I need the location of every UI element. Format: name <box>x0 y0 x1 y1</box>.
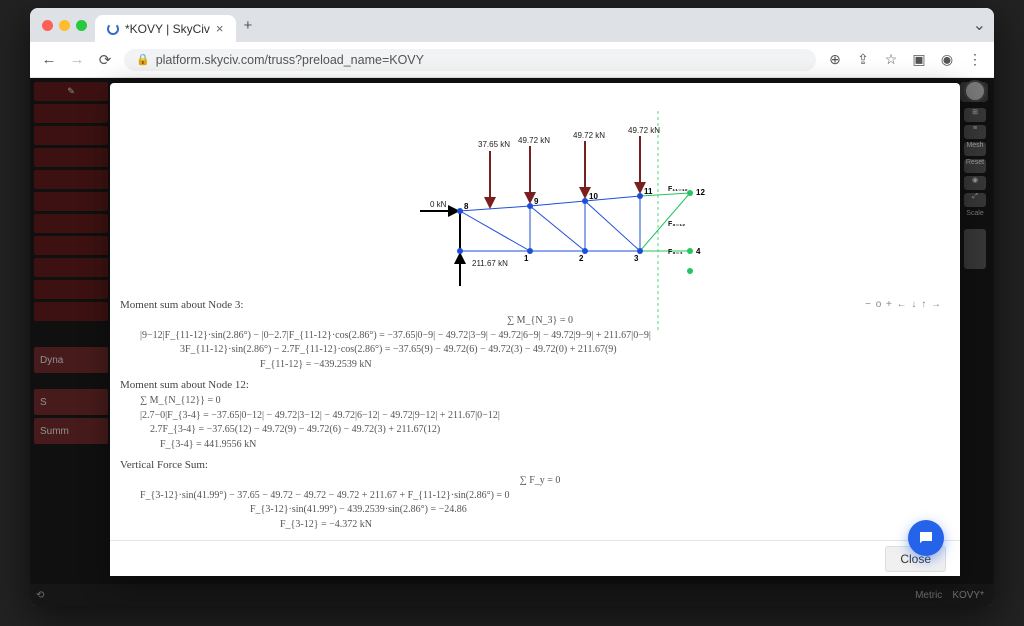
eq-line: ∑ M_{N_{12}} = 0 <box>120 394 940 409</box>
tab-favicon-icon <box>107 23 119 35</box>
star-icon[interactable]: ☆ <box>882 51 900 68</box>
tab-bar: *KOVY | SkyCiv × + ⌄ <box>30 8 994 42</box>
equations-block: Moment sum about Node 3: ∑ M_{N_3} = 0 |… <box>120 292 940 532</box>
eq-line: F_{3-12}·sin(41.99°) − 439.2539·sin(2.86… <box>120 503 940 518</box>
new-tab-button[interactable]: + <box>244 17 253 34</box>
back-button[interactable]: ← <box>40 51 58 68</box>
chat-bubble-icon[interactable] <box>908 520 944 556</box>
svg-text:211.67 kN: 211.67 kN <box>472 259 508 268</box>
eq-line: F_{3-12}·sin(41.99°) − 37.65 − 49.72 − 4… <box>120 489 940 504</box>
results-modal: 37.65 kN 49.72 kN 49.72 kN 49.72 kN 0 kN… <box>110 83 960 576</box>
svg-text:1: 1 <box>524 254 529 263</box>
modal-body: 37.65 kN 49.72 kN 49.72 kN 49.72 kN 0 kN… <box>110 83 960 540</box>
eq-line: F_{3-12} = −4.372 kN <box>120 518 940 533</box>
lock-icon: 🔒 <box>136 53 150 66</box>
close-tab-icon[interactable]: × <box>216 21 224 36</box>
eq-line: 3F_{11-12}·sin(2.86°) − 2.7F_{11-12}·cos… <box>120 343 940 358</box>
share-icon[interactable]: ⇪ <box>854 51 872 68</box>
eq-line: F_{11-12} = −439.2539 kN <box>120 358 940 373</box>
menu-icon[interactable]: ⋮ <box>966 51 984 68</box>
eq-line: F_{3-4} = 441.9556 kN <box>120 438 940 453</box>
svg-text:8: 8 <box>464 202 469 211</box>
eq-heading-1: Moment sum about Node 3: <box>120 298 940 314</box>
tab-overflow-icon[interactable]: ⌄ <box>973 15 986 35</box>
svg-text:12: 12 <box>696 188 705 197</box>
svg-text:0 kN: 0 kN <box>430 200 447 209</box>
eq-heading-2: Moment sum about Node 12: <box>120 378 940 394</box>
svg-text:37.65 kN: 37.65 kN <box>478 140 510 149</box>
eq-line: |9−12|F_{11-12}·sin(2.86°) − |0−2.7|F_{1… <box>120 329 940 344</box>
svg-text:2: 2 <box>579 254 584 263</box>
url-text: platform.skyciv.com/truss?preload_name=K… <box>156 53 424 67</box>
profile-icon[interactable]: ◉ <box>938 51 956 68</box>
svg-text:49.72 kN: 49.72 kN <box>628 126 660 135</box>
reload-button[interactable]: ⟳ <box>96 51 114 69</box>
eq-line: ∑ F_y = 0 <box>120 474 940 489</box>
maximize-window-icon[interactable] <box>76 20 87 31</box>
forward-button: → <box>68 51 86 68</box>
svg-text:9: 9 <box>534 197 539 206</box>
tab-title: *KOVY | SkyCiv <box>125 22 210 36</box>
zoom-icon[interactable]: ⊕ <box>826 51 844 68</box>
minimize-window-icon[interactable] <box>59 20 70 31</box>
svg-text:49.72 kN: 49.72 kN <box>573 131 605 140</box>
address-bar: ← → ⟳ 🔒 platform.skyciv.com/truss?preloa… <box>30 42 994 78</box>
window-controls[interactable] <box>42 20 87 31</box>
eq-line: 2.7F_{3-4} = −37.65(12) − 49.72(9) − 49.… <box>120 423 940 438</box>
eq-line: |2.7−0|F_{3-4} = −37.65|0−12| − 49.72|3−… <box>120 409 940 424</box>
svg-text:F₃₋₁₂: F₃₋₁₂ <box>668 221 685 228</box>
eq-line: ∑ M_{N_3} = 0 <box>120 314 940 329</box>
browser-window: *KOVY | SkyCiv × + ⌄ ← → ⟳ 🔒 platform.sk… <box>30 8 994 606</box>
browser-tab[interactable]: *KOVY | SkyCiv × <box>95 15 236 42</box>
modal-footer: Close <box>110 540 960 576</box>
url-input[interactable]: 🔒 platform.skyciv.com/truss?preload_name… <box>124 49 816 71</box>
svg-text:10: 10 <box>589 192 598 201</box>
svg-text:3: 3 <box>634 254 639 263</box>
svg-text:F₁₁₋₁₂: F₁₁₋₁₂ <box>668 186 688 193</box>
close-window-icon[interactable] <box>42 20 53 31</box>
svg-text:11: 11 <box>644 187 653 196</box>
eq-heading-3: Vertical Force Sum: <box>120 458 940 474</box>
svg-text:49.72 kN: 49.72 kN <box>518 136 550 145</box>
load-arrow: 37.65 kN <box>478 140 510 207</box>
panel-icon[interactable]: ▣ <box>910 51 928 68</box>
svg-text:4: 4 <box>696 247 701 256</box>
svg-text:F₃₋₄: F₃₋₄ <box>668 249 683 256</box>
